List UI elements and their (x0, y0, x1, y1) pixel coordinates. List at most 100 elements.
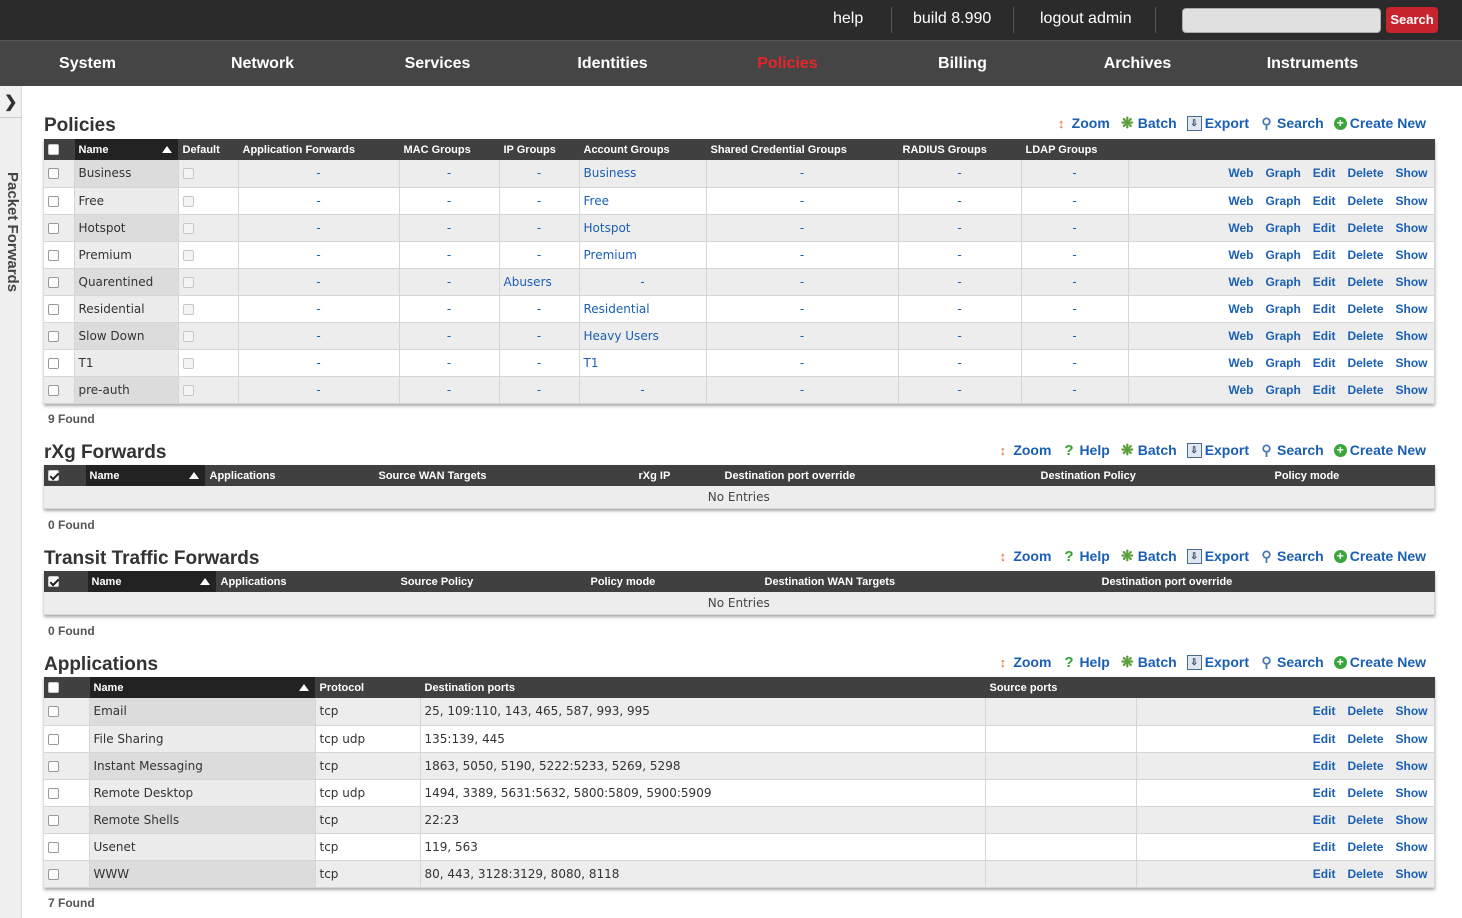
zoom-button[interactable]: ↕ Zoom (995, 652, 1052, 672)
delete-link[interactable]: Delete (1347, 383, 1383, 397)
account-groups-cell[interactable]: Business (579, 160, 707, 188)
account-groups-cell[interactable]: Premium (579, 241, 707, 269)
batch-button[interactable]: ❋ Batch (1120, 652, 1177, 672)
col-name[interactable]: Name (87, 571, 217, 592)
export-button[interactable]: ⇩ Export (1186, 440, 1249, 460)
help-button[interactable]: ? Help (1061, 440, 1109, 460)
export-button[interactable]: ⇩ Export (1186, 113, 1249, 133)
show-link[interactable]: Show (1396, 248, 1428, 262)
sidebar-label[interactable]: Packet Forwards (3, 172, 21, 372)
col-source-policy[interactable]: Source Policy (396, 571, 587, 592)
nav-system[interactable]: System (0, 41, 175, 87)
col-rxg-ip[interactable]: rXg IP (634, 465, 721, 486)
create-new-button[interactable]: + Create New (1333, 546, 1426, 566)
row-checkbox[interactable] (44, 806, 90, 834)
edit-link[interactable]: Edit (1313, 732, 1336, 746)
row-checkbox[interactable] (44, 241, 75, 269)
logout-link[interactable]: logout admin (1040, 10, 1132, 28)
col-account-groups[interactable]: Account Groups (579, 139, 707, 160)
col-destination-port-override[interactable]: Destination port override (720, 465, 1037, 486)
col-name[interactable]: Name (85, 465, 206, 486)
edit-link[interactable]: Edit (1313, 759, 1336, 773)
edit-link[interactable]: Edit (1313, 302, 1336, 316)
select-all-checkbox[interactable] (44, 139, 75, 160)
graph-link[interactable]: Graph (1265, 329, 1300, 343)
row-checkbox[interactable] (44, 295, 75, 323)
delete-link[interactable]: Delete (1347, 166, 1383, 180)
delete-link[interactable]: Delete (1347, 732, 1383, 746)
delete-link[interactable]: Delete (1347, 329, 1383, 343)
delete-link[interactable]: Delete (1347, 704, 1383, 718)
help-link[interactable]: help (833, 10, 863, 28)
col-destination-ports[interactable]: Destination ports (420, 677, 986, 698)
delete-link[interactable]: Delete (1347, 248, 1383, 262)
edit-link[interactable]: Edit (1313, 194, 1336, 208)
row-checkbox[interactable] (44, 349, 75, 377)
row-checkbox[interactable] (44, 833, 90, 861)
show-link[interactable]: Show (1396, 383, 1428, 397)
show-link[interactable]: Show (1396, 759, 1428, 773)
web-link[interactable]: Web (1228, 302, 1253, 316)
row-checkbox[interactable] (44, 752, 90, 780)
col-applications[interactable]: Applications (216, 571, 397, 592)
col-name[interactable]: Name (74, 139, 179, 160)
help-button[interactable]: ? Help (1061, 652, 1109, 672)
create-new-button[interactable]: + Create New (1333, 440, 1426, 460)
delete-link[interactable]: Delete (1347, 302, 1383, 316)
graph-link[interactable]: Graph (1265, 356, 1300, 370)
show-link[interactable]: Show (1396, 194, 1428, 208)
show-link[interactable]: Show (1396, 356, 1428, 370)
graph-link[interactable]: Graph (1265, 221, 1300, 235)
delete-link[interactable]: Delete (1347, 786, 1383, 800)
col-applications[interactable]: Applications (205, 465, 375, 486)
nav-network[interactable]: Network (175, 41, 350, 87)
show-link[interactable]: Show (1396, 840, 1428, 854)
search-button[interactable]: ⚲ Search (1259, 440, 1323, 460)
export-button[interactable]: ⇩ Export (1186, 652, 1249, 672)
col-destination-policy[interactable]: Destination Policy (1036, 465, 1271, 486)
col-radius-groups[interactable]: RADIUS Groups (898, 139, 1022, 160)
account-groups-cell[interactable]: Hotspot (579, 214, 707, 242)
edit-link[interactable]: Edit (1313, 867, 1336, 881)
help-button[interactable]: ? Help (1061, 546, 1109, 566)
row-checkbox[interactable] (44, 725, 90, 753)
edit-link[interactable]: Edit (1313, 786, 1336, 800)
graph-link[interactable]: Graph (1265, 194, 1300, 208)
graph-link[interactable]: Graph (1265, 383, 1300, 397)
row-checkbox[interactable] (44, 187, 75, 215)
delete-link[interactable]: Delete (1347, 759, 1383, 773)
edit-link[interactable]: Edit (1313, 813, 1336, 827)
select-all-checkbox[interactable] (44, 465, 86, 486)
edit-link[interactable]: Edit (1313, 840, 1336, 854)
web-link[interactable]: Web (1228, 383, 1253, 397)
show-link[interactable]: Show (1396, 732, 1428, 746)
graph-link[interactable]: Graph (1265, 275, 1300, 289)
graph-link[interactable]: Graph (1265, 302, 1300, 316)
create-new-button[interactable]: + Create New (1333, 113, 1426, 133)
show-link[interactable]: Show (1396, 302, 1428, 316)
account-groups-cell[interactable]: T1 (579, 349, 707, 377)
col-policy-mode[interactable]: Policy mode (1270, 465, 1435, 486)
ip-groups-cell[interactable]: Abusers (499, 268, 580, 296)
show-link[interactable]: Show (1396, 786, 1428, 800)
edit-link[interactable]: Edit (1313, 275, 1336, 289)
row-checkbox[interactable] (44, 322, 75, 350)
row-checkbox[interactable] (44, 160, 75, 188)
export-button[interactable]: ⇩ Export (1186, 546, 1249, 566)
show-link[interactable]: Show (1396, 221, 1428, 235)
row-checkbox[interactable] (44, 860, 90, 888)
web-link[interactable]: Web (1228, 329, 1253, 343)
nav-billing[interactable]: Billing (875, 41, 1050, 87)
show-link[interactable]: Show (1396, 813, 1428, 827)
col-protocol[interactable]: Protocol (315, 677, 421, 698)
select-all-checkbox[interactable] (44, 677, 90, 698)
edit-link[interactable]: Edit (1313, 248, 1336, 262)
row-checkbox[interactable] (44, 268, 75, 296)
global-search-input[interactable] (1182, 8, 1381, 33)
zoom-button[interactable]: ↕ Zoom (995, 440, 1052, 460)
zoom-button[interactable]: ↕ Zoom (1054, 113, 1110, 133)
edit-link[interactable]: Edit (1313, 704, 1336, 718)
web-link[interactable]: Web (1228, 194, 1253, 208)
col-source-ports[interactable]: Source ports (985, 677, 1137, 698)
batch-button[interactable]: ❋ Batch (1120, 440, 1177, 460)
